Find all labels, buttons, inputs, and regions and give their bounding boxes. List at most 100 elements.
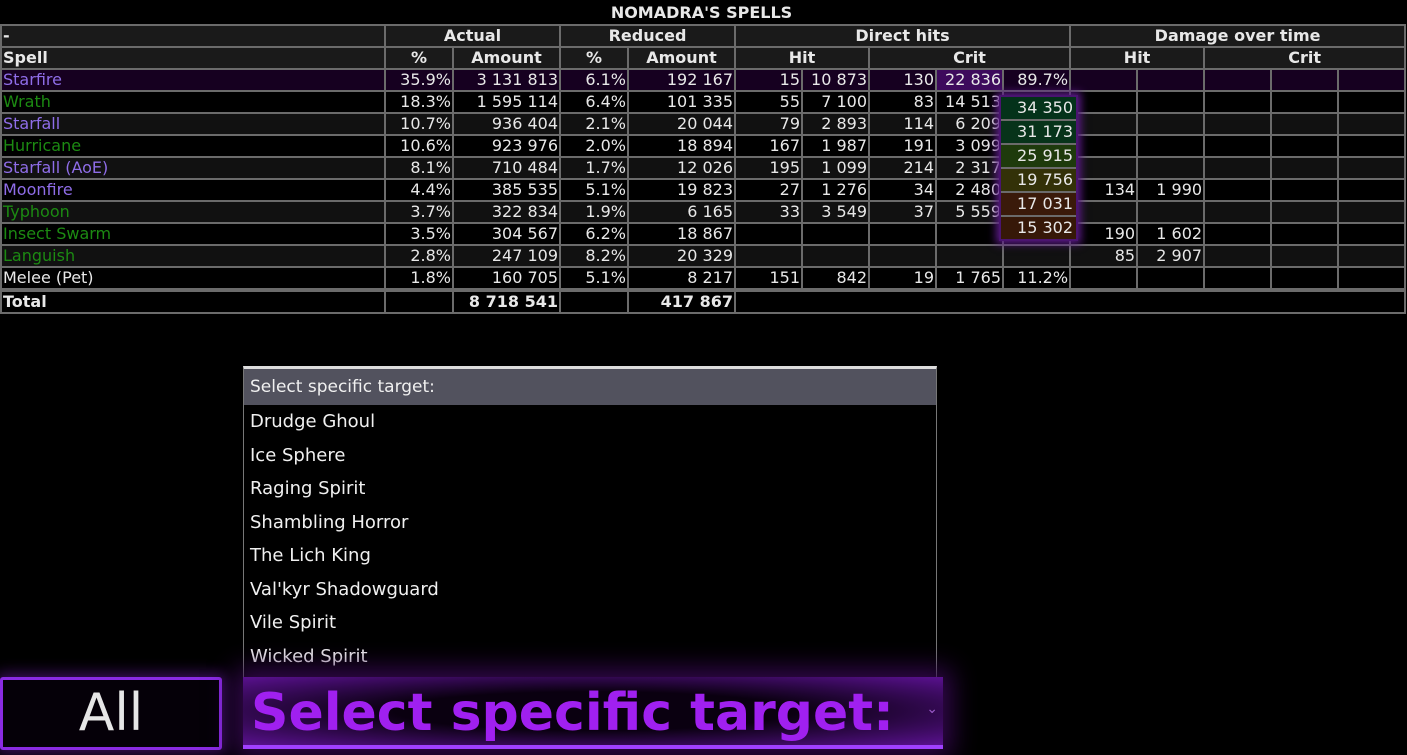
cell-dot-c2[interactable] bbox=[1270, 222, 1340, 246]
cell-dh-hit-avg[interactable]: 2 893 bbox=[801, 112, 870, 136]
cell-dot-c2[interactable] bbox=[1270, 68, 1340, 92]
cell-dh-crit-avg[interactable]: 14 513 bbox=[935, 90, 1004, 114]
cell-actual-amt[interactable]: 3 131 813 bbox=[452, 68, 561, 92]
header-reduced-amount[interactable]: Amount bbox=[627, 46, 736, 70]
cell-dh-crit-n[interactable]: 83 bbox=[868, 90, 937, 114]
cell-dh-hit-avg[interactable]: 842 bbox=[801, 266, 870, 291]
cell-dh-crit-avg[interactable]: 2 480 bbox=[935, 178, 1004, 202]
cell-dot-c2[interactable] bbox=[1270, 112, 1340, 136]
cell-dh-hit-avg[interactable]: 1 276 bbox=[801, 178, 870, 202]
cell-dot-c1[interactable] bbox=[1203, 134, 1273, 158]
cell-dot-c1[interactable] bbox=[1203, 156, 1273, 180]
cell-dh-crit-n[interactable]: 191 bbox=[868, 134, 937, 158]
cell-dh-hit-n[interactable]: 55 bbox=[734, 90, 803, 114]
cell-dh-crit-avg[interactable]: 22 836 bbox=[935, 68, 1004, 92]
cell-dot-hit-n[interactable]: 134 bbox=[1069, 178, 1139, 202]
cell-dot-c3[interactable] bbox=[1337, 178, 1407, 202]
cell-actual-amt[interactable]: 322 834 bbox=[452, 200, 561, 224]
cell-dh-crit-pct[interactable] bbox=[1001, 244, 1072, 268]
cell-dot-hit-avg[interactable] bbox=[1136, 90, 1206, 114]
cell-dot-hit-n[interactable] bbox=[1069, 134, 1139, 158]
cell-red-amt[interactable]: 18 867 bbox=[627, 222, 736, 246]
cell-dh-crit-n[interactable] bbox=[868, 244, 937, 268]
cell-dh-hit-avg[interactable]: 10 873 bbox=[801, 68, 870, 92]
cell-dh-crit-avg[interactable] bbox=[935, 222, 1004, 246]
cell-dot-hit-n[interactable] bbox=[1069, 90, 1139, 114]
cell-dot-c3[interactable] bbox=[1337, 266, 1407, 291]
header-dot-hit[interactable]: Hit bbox=[1069, 46, 1206, 70]
cell-red-pct[interactable]: 2.1% bbox=[559, 112, 629, 136]
cell-dot-c1[interactable] bbox=[1203, 266, 1273, 291]
cell-red-pct[interactable]: 8.2% bbox=[559, 244, 629, 268]
cell-dot-hit-avg[interactable]: 1 602 bbox=[1136, 222, 1206, 246]
dropdown-option[interactable]: Raging Spirit bbox=[244, 472, 936, 506]
table-row[interactable]: Insect Swarm 3.5% 304 567 6.2% 18 867 190 1 60… bbox=[0, 222, 1407, 246]
cell-actual-pct[interactable]: 1.8% bbox=[384, 266, 454, 291]
header-direct-crit[interactable]: Crit bbox=[867, 46, 1072, 70]
spell-name[interactable]: Wrath bbox=[0, 90, 386, 114]
table-row[interactable]: Wrath 18.3% 1 595 114 6.4% 101 335 55 7 100 83 1… bbox=[0, 90, 1407, 114]
header-actual-amount[interactable]: Amount bbox=[452, 46, 561, 70]
cell-dot-hit-avg[interactable] bbox=[1136, 156, 1206, 180]
cell-actual-pct[interactable]: 35.9% bbox=[384, 68, 454, 92]
header-spell[interactable]: Spell bbox=[0, 46, 386, 70]
dropdown-option[interactable]: Val'kyr Shadowguard bbox=[244, 573, 936, 607]
cell-actual-amt[interactable]: 710 484 bbox=[452, 156, 561, 180]
cell-red-amt[interactable]: 192 167 bbox=[627, 68, 736, 92]
spell-name[interactable]: Melee (Pet) bbox=[0, 266, 386, 291]
target-select[interactable]: Select specific target: ⌄ bbox=[243, 677, 943, 749]
cell-dot-c3[interactable] bbox=[1337, 68, 1407, 92]
header-direct-hits[interactable]: Direct hits bbox=[733, 24, 1072, 48]
spell-name[interactable]: Languish bbox=[0, 244, 386, 268]
cell-dot-c2[interactable] bbox=[1270, 90, 1340, 114]
cell-dot-hit-avg[interactable]: 2 907 bbox=[1136, 244, 1206, 268]
cell-dh-crit-pct[interactable]: 11.2% bbox=[1001, 266, 1072, 291]
spell-name[interactable]: Starfire bbox=[0, 68, 386, 92]
cell-actual-amt[interactable]: 304 567 bbox=[452, 222, 561, 246]
cell-red-pct[interactable]: 5.1% bbox=[559, 266, 629, 291]
dropdown-option[interactable]: The Lich King bbox=[244, 539, 936, 573]
cell-dh-crit-avg[interactable]: 6 209 bbox=[935, 112, 1004, 136]
header-actual-pct[interactable]: % bbox=[384, 46, 454, 70]
cell-dh-crit-n[interactable] bbox=[868, 222, 937, 246]
cell-actual-pct[interactable]: 10.6% bbox=[384, 134, 454, 158]
cell-red-pct[interactable]: 2.0% bbox=[559, 134, 629, 158]
cell-actual-amt[interactable]: 160 705 bbox=[452, 266, 561, 291]
cell-dot-c1[interactable] bbox=[1203, 222, 1273, 246]
cell-red-pct[interactable]: 1.9% bbox=[559, 200, 629, 224]
spell-name[interactable]: Starfall (AoE) bbox=[0, 156, 386, 180]
cell-actual-amt[interactable]: 923 976 bbox=[452, 134, 561, 158]
cell-dh-crit-n[interactable]: 19 bbox=[868, 266, 937, 291]
cell-dh-crit-n[interactable]: 214 bbox=[868, 156, 937, 180]
cell-dot-c1[interactable] bbox=[1203, 90, 1273, 114]
cell-red-pct[interactable]: 6.4% bbox=[559, 90, 629, 114]
cell-dh-crit-n[interactable]: 130 bbox=[868, 68, 937, 92]
cell-dot-c2[interactable] bbox=[1270, 156, 1340, 180]
table-row[interactable]: Hurricane 10.6% 923 976 2.0% 18 894 167 1 987 1… bbox=[0, 134, 1407, 158]
dropdown-option[interactable]: Shambling Horror bbox=[244, 506, 936, 540]
cell-dot-c2[interactable] bbox=[1270, 178, 1340, 202]
cell-red-pct[interactable]: 6.1% bbox=[559, 68, 629, 92]
cell-red-amt[interactable]: 18 894 bbox=[627, 134, 736, 158]
spell-name[interactable]: Hurricane bbox=[0, 134, 386, 158]
cell-actual-pct[interactable]: 10.7% bbox=[384, 112, 454, 136]
cell-dot-hit-avg[interactable]: 1 990 bbox=[1136, 178, 1206, 202]
cell-dot-c1[interactable] bbox=[1203, 178, 1273, 202]
cell-actual-pct[interactable]: 8.1% bbox=[384, 156, 454, 180]
spell-name[interactable]: Starfall bbox=[0, 112, 386, 136]
dropdown-option[interactable]: Drudge Ghoul bbox=[244, 405, 936, 439]
spell-name[interactable]: Insect Swarm bbox=[0, 222, 386, 246]
table-row[interactable]: Melee (Pet) 1.8% 160 705 5.1% 8 217 151 842 19 1… bbox=[0, 266, 1407, 291]
cell-actual-amt[interactable]: 936 404 bbox=[452, 112, 561, 136]
cell-red-amt[interactable]: 20 329 bbox=[627, 244, 736, 268]
cell-dot-c3[interactable] bbox=[1337, 200, 1407, 224]
cell-red-pct[interactable]: 5.1% bbox=[559, 178, 629, 202]
cell-dh-hit-n[interactable]: 33 bbox=[734, 200, 803, 224]
cell-dh-hit-n[interactable]: 27 bbox=[734, 178, 803, 202]
cell-dot-c3[interactable] bbox=[1337, 156, 1407, 180]
cell-dh-hit-n[interactable] bbox=[734, 244, 803, 268]
spell-name[interactable]: Moonfire bbox=[0, 178, 386, 202]
cell-red-amt[interactable]: 19 823 bbox=[627, 178, 736, 202]
cell-dh-crit-pct[interactable]: 89.7% bbox=[1001, 68, 1072, 92]
header-direct-hit[interactable]: Hit bbox=[734, 46, 870, 70]
